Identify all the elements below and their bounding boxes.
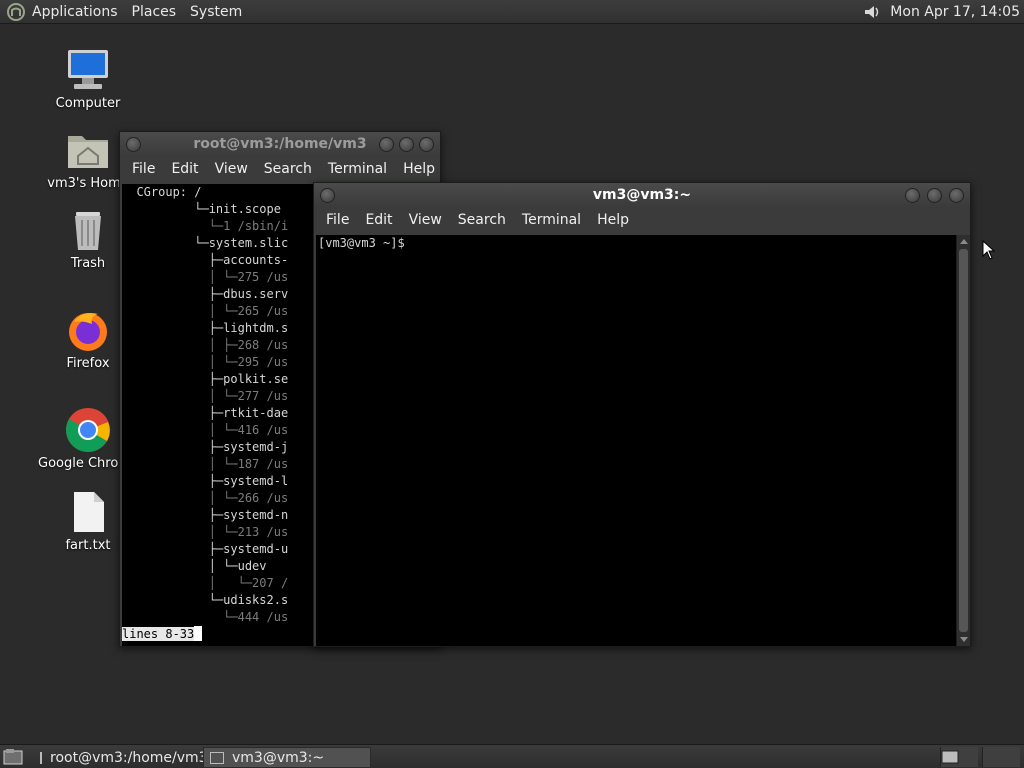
prompt-text: [vm3@vm3 ~]$	[318, 236, 405, 250]
shell-prompt: [vm3@vm3 ~]$	[316, 235, 956, 252]
window-title: root@vm3:/home/vm3	[193, 136, 367, 152]
menu-file[interactable]: File	[318, 212, 357, 228]
scroll-thumb[interactable]	[959, 249, 968, 632]
desktop-icon-label: Computer	[55, 96, 121, 111]
places-menu[interactable]: Places	[132, 4, 177, 20]
menu-file[interactable]: File	[124, 161, 163, 177]
terminal-icon	[210, 751, 224, 764]
minimize-button[interactable]	[379, 137, 394, 152]
workspace-2[interactable]	[982, 747, 1020, 767]
menu-edit[interactable]: Edit	[357, 212, 400, 228]
clock[interactable]: Mon Apr 17, 14:05	[890, 4, 1020, 20]
titlebar[interactable]: root@vm3:/home/vm3	[120, 132, 440, 156]
maximize-button[interactable]	[927, 188, 942, 203]
text-cursor	[194, 626, 203, 641]
menu-help[interactable]: Help	[589, 212, 637, 228]
window-menu-button[interactable]	[126, 137, 141, 152]
taskbar-item-label: vm3@vm3:~	[232, 749, 325, 766]
workspace-1[interactable]	[940, 747, 978, 767]
scroll-up-arrow-icon[interactable]	[959, 237, 969, 245]
menu-search[interactable]: Search	[256, 161, 320, 177]
window-title: vm3@vm3:~	[592, 187, 692, 203]
mate-logo-icon[interactable]	[6, 2, 26, 22]
menu-search[interactable]: Search	[450, 212, 514, 228]
firefox-icon	[69, 313, 107, 351]
close-button[interactable]	[949, 188, 964, 203]
menubar: File Edit View Search Terminal Help	[120, 156, 440, 182]
menubar: File Edit View Search Terminal Help	[314, 207, 970, 233]
terminal-scrollbar[interactable]	[956, 235, 970, 646]
close-button[interactable]	[419, 137, 434, 152]
trash-icon	[75, 212, 101, 250]
titlebar[interactable]: vm3@vm3:~	[314, 183, 970, 207]
desktop-icon-computer[interactable]: Computer	[38, 46, 138, 111]
menu-terminal[interactable]: Terminal	[514, 212, 589, 228]
minimize-button[interactable]	[905, 188, 920, 203]
applications-menu[interactable]: Applications	[32, 4, 118, 20]
mouse-pointer-icon	[982, 240, 996, 260]
menu-terminal[interactable]: Terminal	[320, 161, 395, 177]
home-folder-icon	[68, 136, 108, 168]
computer-icon	[68, 50, 108, 89]
menu-view[interactable]: View	[401, 212, 450, 228]
menu-edit[interactable]: Edit	[163, 161, 206, 177]
workspace-window-icon	[941, 750, 959, 764]
terminal-output[interactable]: [vm3@vm3 ~]$	[316, 235, 956, 646]
taskbar-item-label: root@vm3:/home/vm3	[50, 749, 208, 766]
maximize-button[interactable]	[399, 137, 414, 152]
window-menu-button[interactable]	[320, 188, 335, 203]
scroll-down-arrow-icon[interactable]	[959, 636, 969, 644]
taskbar-item-root-terminal[interactable]: root@vm3:/home/vm3	[34, 747, 208, 768]
menu-help[interactable]: Help	[395, 161, 443, 177]
top-panel: Applications Places System Mon Apr 17, 1…	[0, 0, 1024, 24]
show-desktop-icon[interactable]	[3, 748, 23, 766]
terminal-window-vm3[interactable]: vm3@vm3:~ File Edit View Search Terminal…	[313, 182, 971, 647]
system-menu[interactable]: System	[190, 4, 242, 20]
menu-view[interactable]: View	[207, 161, 256, 177]
volume-icon[interactable]	[862, 2, 882, 22]
chrome-icon	[66, 408, 110, 452]
bottom-panel: root@vm3:/home/vm3 vm3@vm3:~	[0, 744, 1024, 768]
text-file-icon	[74, 492, 104, 532]
taskbar-item-vm3-terminal[interactable]: vm3@vm3:~	[203, 747, 371, 768]
pager-status-text: lines 8-33	[122, 627, 195, 641]
terminal-icon	[40, 751, 42, 764]
